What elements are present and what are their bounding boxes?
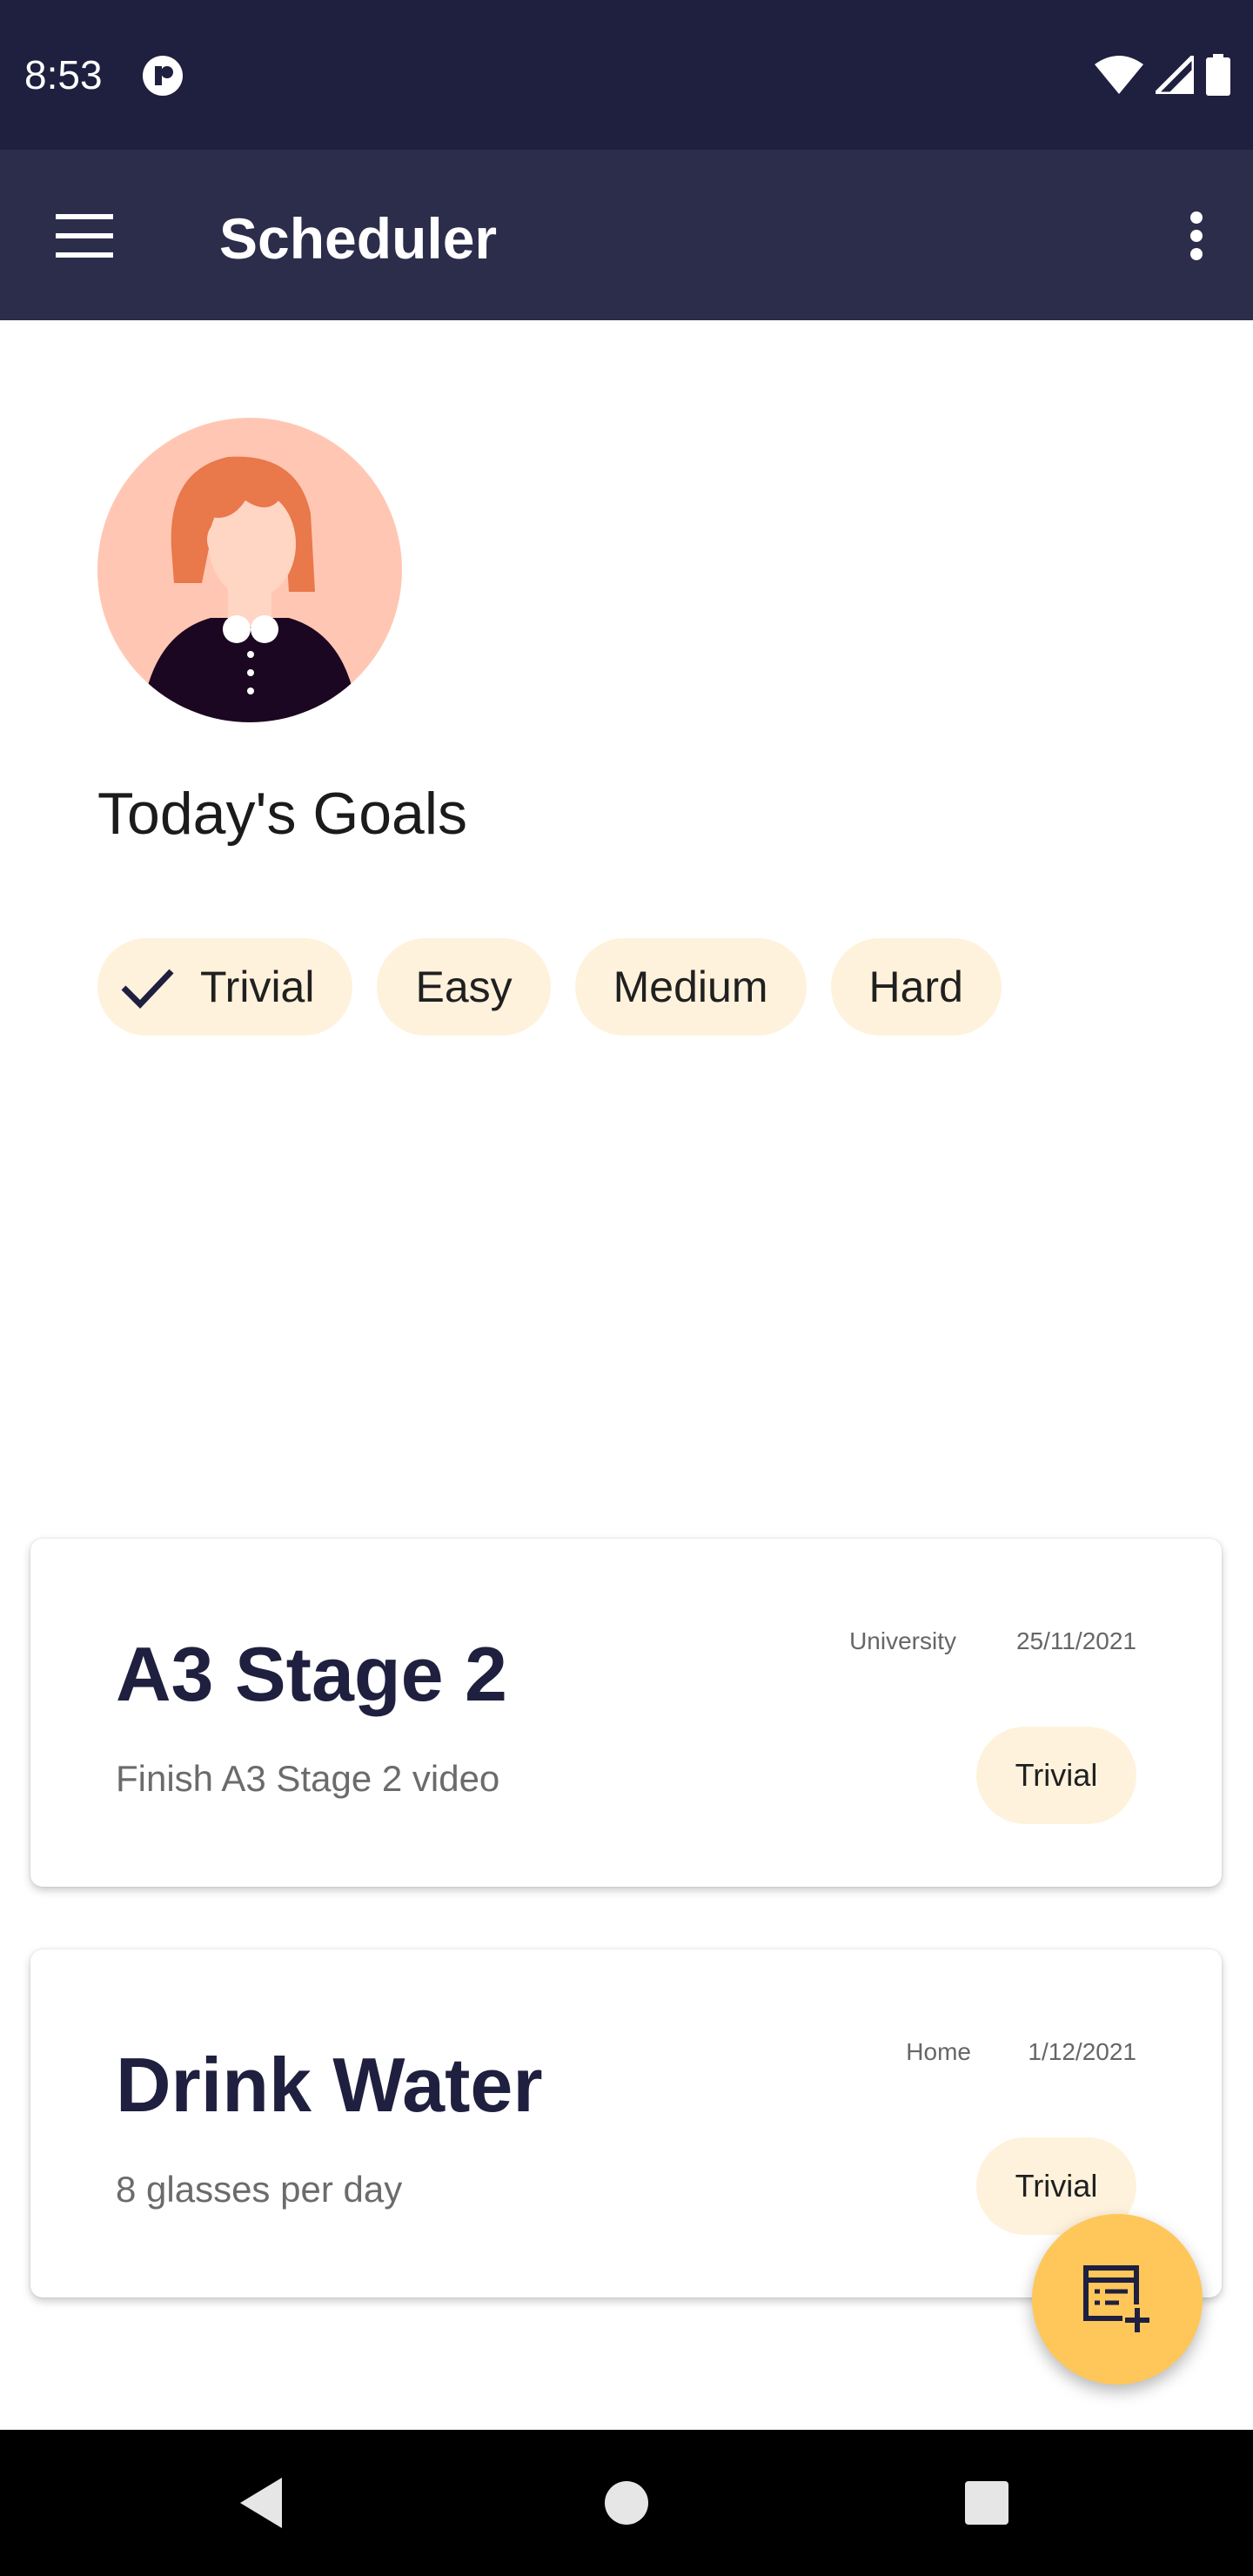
chip-label: Medium — [613, 963, 768, 1011]
home-icon — [605, 2481, 648, 2525]
chip-label: Easy — [415, 963, 513, 1011]
task-title: Drink Water — [116, 2042, 543, 2128]
wifi-icon — [1095, 56, 1143, 94]
app-title: Scheduler — [219, 206, 498, 271]
signal-icon — [1156, 56, 1194, 94]
task-card[interactable]: A3 Stage 2 Finish A3 Stage 2 video Unive… — [30, 1539, 1222, 1887]
task-date: 25/11/2021 — [1015, 1627, 1136, 1654]
filter-chip-trivial[interactable]: Trivial — [97, 938, 353, 1036]
task-card[interactable]: Drink Water 8 glasses per day Home 1/12/… — [30, 1949, 1222, 2298]
task-description: 8 glasses per day — [116, 2169, 403, 2210]
avatar — [97, 418, 402, 722]
add-task-fab[interactable] — [1032, 2214, 1203, 2385]
filter-chip-hard[interactable]: Hard — [830, 938, 1002, 1036]
back-icon — [240, 2478, 282, 2528]
task-difficulty-chip[interactable]: Trivial — [976, 1727, 1136, 1824]
filter-chip-medium[interactable]: Medium — [574, 938, 807, 1036]
menu-icon — [56, 214, 113, 258]
battery-icon — [1206, 54, 1230, 96]
task-title: A3 Stage 2 — [116, 1631, 507, 1717]
recents-icon — [965, 2481, 1008, 2525]
status-icons — [1095, 52, 1230, 97]
more-vert-icon — [1190, 211, 1203, 260]
task-date: 1/12/2021 — [1028, 2038, 1136, 2065]
system-nav-bar — [0, 2430, 1253, 2576]
goals-title: Today's Goals — [97, 781, 467, 847]
recents-button[interactable] — [952, 2468, 1022, 2538]
check-icon — [121, 969, 174, 1010]
home-button[interactable] — [592, 2468, 661, 2538]
more-options-button[interactable] — [1175, 197, 1218, 275]
chip-label: Trivial — [200, 963, 315, 1011]
filter-chip-easy[interactable]: Easy — [377, 938, 551, 1036]
filter-chip-group: Trivial Easy Medium Hard — [97, 938, 1002, 1036]
notification-app-icon — [143, 56, 183, 96]
chip-label: Hard — [868, 963, 963, 1011]
menu-button[interactable] — [45, 197, 124, 275]
task-category: Home — [906, 2038, 971, 2065]
add-task-icon — [1083, 2265, 1152, 2334]
status-bar: 8:53 — [0, 0, 1253, 150]
task-category: University — [849, 1627, 956, 1654]
task-description: Finish A3 Stage 2 video — [116, 1758, 500, 1799]
status-time: 8:53 — [24, 52, 103, 97]
back-button[interactable] — [226, 2468, 296, 2538]
app-bar: Scheduler — [0, 150, 1253, 320]
